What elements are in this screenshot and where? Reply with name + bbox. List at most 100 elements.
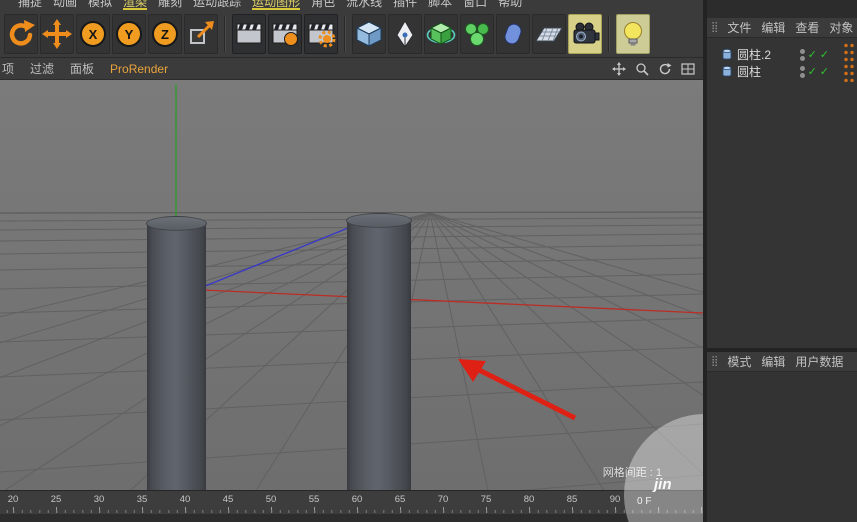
menu-item[interactable]: 脚本 bbox=[428, 0, 452, 10]
render-picture-viewer-icon[interactable] bbox=[268, 14, 302, 54]
panel-grip-icon[interactable]: ⣿ bbox=[711, 22, 718, 33]
timeline-frame-label: 80 bbox=[523, 494, 535, 505]
pen-spline-icon[interactable] bbox=[388, 14, 422, 54]
y-axis-letter: Y bbox=[116, 21, 142, 47]
timeline-frame-label: 90 bbox=[609, 494, 621, 505]
bottom-edge bbox=[0, 514, 703, 522]
modeling-spheres-icon[interactable] bbox=[460, 14, 494, 54]
toggle-views-icon[interactable] bbox=[681, 62, 695, 76]
object-row[interactable]: 圆柱.2 ✓ ✓ bbox=[707, 46, 857, 63]
render-view-icon[interactable] bbox=[232, 14, 266, 54]
move-icon[interactable] bbox=[40, 14, 74, 54]
deformer-icon[interactable] bbox=[496, 14, 530, 54]
timeline-frame-label: 85 bbox=[566, 494, 578, 505]
cylinder-object-left[interactable] bbox=[146, 216, 207, 490]
menu-item[interactable]: 模拟 bbox=[88, 0, 112, 10]
generator-cube-icon[interactable] bbox=[424, 14, 458, 54]
timeline-minor-ticks bbox=[0, 510, 703, 513]
timeline-frame-label: 75 bbox=[480, 494, 492, 505]
menu-item[interactable]: 渲染 bbox=[123, 0, 148, 10]
object-manager-menu-item[interactable]: 查看 bbox=[790, 19, 824, 36]
menu-item[interactable]: 运动图形 bbox=[252, 0, 301, 10]
timeline-frame-label: 20 bbox=[7, 494, 19, 505]
attribute-manager-area bbox=[707, 372, 857, 522]
cylinder-object-right[interactable] bbox=[346, 213, 412, 490]
toolbar-separator bbox=[608, 16, 610, 52]
visibility-dots[interactable] bbox=[799, 48, 805, 61]
attribute-manager-menu-item[interactable]: 用户数据 bbox=[790, 353, 848, 370]
timeline-frame-label: 65 bbox=[394, 494, 406, 505]
zoom-icon[interactable] bbox=[635, 62, 649, 76]
menu-item[interactable]: 捕捉 bbox=[18, 0, 42, 10]
coordinate-system-icon[interactable] bbox=[184, 14, 218, 54]
menu-item[interactable]: 流水线 bbox=[346, 0, 382, 10]
timeline-frame-label: 45 bbox=[222, 494, 234, 505]
object-manager-header: ⣿ 文件 编辑 查看 对象 bbox=[707, 18, 857, 38]
light-icon[interactable] bbox=[616, 14, 650, 54]
pan-icon[interactable] bbox=[612, 61, 626, 76]
dock-handle-dots[interactable] bbox=[843, 42, 855, 82]
cinema4d-window: 捕捉 动画 模拟 渲染 雕刻 运动跟踪 运动图形 角色 流水线 插件 脚本 窗口 帮助 X Y Z bbox=[0, 0, 857, 522]
right-panels: ⣿ 文件 编辑 查看 对象 圆柱.2 ✓ ✓ 圆柱 ✓ ✓ ⣿ 模式 编辑 用户… bbox=[707, 0, 857, 522]
rotate-view-icon[interactable] bbox=[658, 62, 672, 76]
object-row[interactable]: 圆柱 ✓ ✓ bbox=[707, 63, 857, 80]
menu-item[interactable]: 窗口 bbox=[463, 0, 487, 10]
camera-icon[interactable] bbox=[568, 14, 602, 54]
timeline-frame-label: 55 bbox=[308, 494, 320, 505]
timeline-end-label: 0 F bbox=[637, 496, 652, 507]
viewport-menu-item[interactable]: 面板 bbox=[62, 60, 102, 77]
timeline-frame-label: 50 bbox=[265, 494, 277, 505]
menu-item[interactable]: 运动跟踪 bbox=[193, 0, 241, 10]
timeline-frame-label: 35 bbox=[136, 494, 148, 505]
timeline-frame-label: 40 bbox=[179, 494, 191, 505]
x-axis-letter: X bbox=[80, 21, 106, 47]
viewport-menu-prorender[interactable]: ProRender bbox=[102, 62, 176, 76]
viewport-3d[interactable]: 网格间距 : 1 bbox=[0, 80, 703, 490]
menu-item[interactable]: 雕刻 bbox=[158, 0, 182, 10]
tag-check-icon[interactable]: ✓ bbox=[820, 48, 829, 61]
viewport-menu-item[interactable]: 过滤 bbox=[22, 60, 62, 77]
undo-icon[interactable] bbox=[4, 14, 38, 54]
attribute-manager-menu-item[interactable]: 编辑 bbox=[756, 353, 790, 370]
viewport-menubar: 项 过滤 面板 ProRender bbox=[0, 58, 703, 80]
timeline-frame-label: 70 bbox=[437, 494, 449, 505]
object-name[interactable]: 圆柱.2 bbox=[737, 46, 771, 63]
toolbar-separator bbox=[344, 16, 346, 52]
z-axis-lock-button[interactable]: Z bbox=[148, 14, 182, 54]
edit-render-settings-icon[interactable] bbox=[304, 14, 338, 54]
add-primitive-cube-icon[interactable] bbox=[352, 14, 386, 54]
floor-grid-icon[interactable] bbox=[532, 14, 566, 54]
timeline-frame-label: 30 bbox=[93, 494, 105, 505]
toolbar-separator bbox=[224, 16, 226, 52]
cylinder-object-icon bbox=[721, 65, 733, 78]
z-axis-letter: Z bbox=[152, 21, 178, 47]
main-area: 捕捉 动画 模拟 渲染 雕刻 运动跟踪 运动图形 角色 流水线 插件 脚本 窗口 帮助 X Y Z bbox=[0, 0, 703, 522]
menu-item[interactable]: 动画 bbox=[53, 0, 77, 10]
enabled-check-icon[interactable]: ✓ bbox=[808, 65, 817, 78]
viewport-nav-controls bbox=[612, 61, 703, 76]
object-manager-menu-item[interactable]: 对象 bbox=[824, 19, 857, 36]
x-axis-lock-button[interactable]: X bbox=[76, 14, 110, 54]
object-manager-menu-item[interactable]: 文件 bbox=[722, 19, 756, 36]
object-manager-menu-item[interactable]: 编辑 bbox=[756, 19, 790, 36]
visibility-dots[interactable] bbox=[799, 65, 805, 78]
menu-item[interactable]: 插件 bbox=[393, 0, 417, 10]
cylinder-object-icon bbox=[721, 48, 733, 61]
timeline-ruler[interactable]: 20 25 30 35 40 45 50 55 60 65 70 75 80 85 90 0 F bbox=[0, 490, 703, 514]
timeline-frame-label: 25 bbox=[50, 494, 62, 505]
attribute-manager-menu-item[interactable]: 模式 bbox=[722, 353, 756, 370]
enabled-check-icon[interactable]: ✓ bbox=[808, 48, 817, 61]
menu-bar: 捕捉 动画 模拟 渲染 雕刻 运动跟踪 运动图形 角色 流水线 插件 脚本 窗口 帮助 bbox=[0, 0, 703, 11]
tag-check-icon[interactable]: ✓ bbox=[820, 65, 829, 78]
panel-top-edge bbox=[707, 0, 857, 18]
object-manager-list[interactable]: 圆柱.2 ✓ ✓ 圆柱 ✓ ✓ bbox=[707, 38, 857, 348]
attribute-manager-header: ⣿ 模式 编辑 用户数据 bbox=[707, 352, 857, 372]
menu-item[interactable]: 角色 bbox=[311, 0, 335, 10]
y-axis-lock-button[interactable]: Y bbox=[112, 14, 146, 54]
toolbar: X Y Z bbox=[0, 11, 703, 58]
viewport-menu-partial[interactable]: 项 bbox=[0, 60, 22, 77]
panel-grip-icon[interactable]: ⣿ bbox=[711, 356, 718, 367]
object-name[interactable]: 圆柱 bbox=[737, 63, 761, 80]
menu-item[interactable]: 帮助 bbox=[498, 0, 522, 10]
watermark-text: jin bbox=[654, 476, 672, 493]
